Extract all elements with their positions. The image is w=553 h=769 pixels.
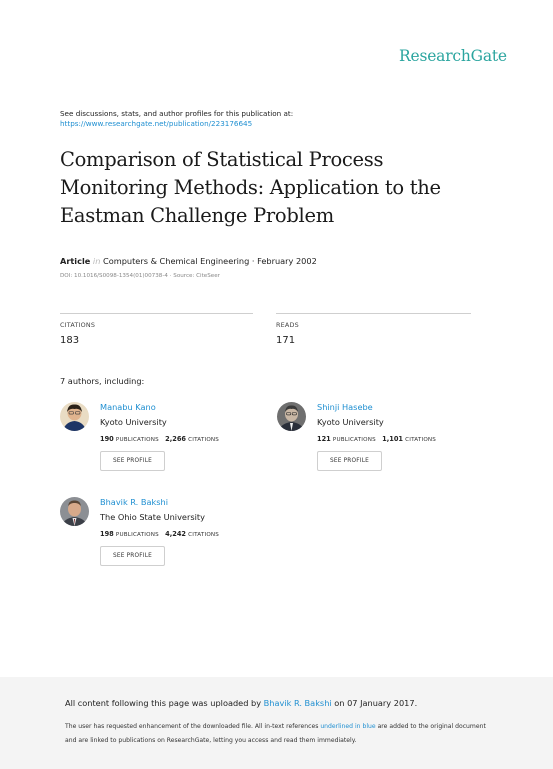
- publications-count: 198: [100, 530, 114, 538]
- note-link: underlined in blue: [320, 723, 376, 730]
- upload-prefix: All content following this page was uplo…: [65, 698, 262, 708]
- reads-label: READS: [276, 321, 299, 329]
- author-stats: 121 PUBLICATIONS 1,101 CITATIONS: [317, 435, 436, 443]
- author-name[interactable]: Shinji Hasebe: [317, 402, 373, 412]
- uploader-link[interactable]: Bhavik R. Bakshi: [264, 698, 332, 708]
- title-line: Eastman Challenge Problem: [60, 204, 334, 227]
- researchgate-logo[interactable]: ResearchGate: [399, 47, 507, 65]
- author-citations-label: CITATIONS: [188, 437, 220, 443]
- author-name[interactable]: Manabu Kano: [100, 402, 156, 412]
- publications-label: PUBLICATIONS: [115, 437, 159, 443]
- citations-count: 183: [60, 335, 80, 346]
- author-institution: The Ohio State University: [100, 512, 205, 522]
- author-institution: Kyoto University: [317, 417, 384, 427]
- article-info: Article in Computers & Chemical Engineer…: [60, 256, 317, 266]
- note-suffix: are added to the original document: [377, 723, 486, 730]
- see-profile-button[interactable]: SEE PROFILE: [100, 451, 165, 471]
- publications-label: PUBLICATIONS: [332, 437, 376, 443]
- note-prefix: The user has requested enhancement of th…: [65, 723, 319, 730]
- publications-label: PUBLICATIONS: [115, 532, 159, 538]
- enhancement-note-line2: and are linked to publications on Resear…: [65, 737, 357, 744]
- intro-text: See discussions, stats, and author profi…: [60, 109, 294, 118]
- author-citations-count: 4,242: [165, 530, 187, 538]
- enhancement-note: The user has requested enhancement of th…: [65, 723, 486, 730]
- upload-suffix: on 07 January 2017.: [334, 698, 418, 708]
- authors-heading: 7 authors, including:: [60, 376, 145, 386]
- author-institution: Kyoto University: [100, 417, 167, 427]
- author-citations-count: 1,101: [382, 435, 404, 443]
- author-stats: 198 PUBLICATIONS 4,242 CITATIONS: [100, 530, 219, 538]
- title-line: Monitoring Methods: Application to the: [60, 176, 441, 199]
- article-in: in: [92, 256, 101, 266]
- citations-label: CITATIONS: [60, 321, 96, 329]
- citations-divider: [60, 313, 253, 314]
- journal-venue: Computers & Chemical Engineering · Febru…: [103, 256, 317, 266]
- publications-count: 121: [317, 435, 331, 443]
- avatar[interactable]: [60, 402, 89, 431]
- author-stats: 190 PUBLICATIONS 2,266 CITATIONS: [100, 435, 219, 443]
- see-profile-button[interactable]: SEE PROFILE: [317, 451, 382, 471]
- author-citations-label: CITATIONS: [405, 437, 437, 443]
- avatar[interactable]: [60, 497, 89, 526]
- author-citations-label: CITATIONS: [188, 532, 220, 538]
- title-line: Comparison of Statistical Process: [60, 148, 384, 171]
- see-profile-button[interactable]: SEE PROFILE: [100, 546, 165, 566]
- avatar[interactable]: [277, 402, 306, 431]
- author-name[interactable]: Bhavik R. Bakshi: [100, 497, 168, 507]
- doi-source: DOI: 10.1016/S0098-1354(01)00738-4 · Sou…: [60, 273, 220, 279]
- article-type: Article: [60, 256, 91, 266]
- author-citations-count: 2,266: [165, 435, 187, 443]
- reads-divider: [276, 313, 471, 314]
- publications-count: 190: [100, 435, 114, 443]
- publication-link[interactable]: https://www.researchgate.net/publication…: [60, 119, 252, 128]
- reads-count: 171: [276, 335, 296, 346]
- publication-title: Comparison of Statistical Process Monito…: [60, 146, 480, 230]
- upload-notice: All content following this page was uplo…: [65, 698, 417, 708]
